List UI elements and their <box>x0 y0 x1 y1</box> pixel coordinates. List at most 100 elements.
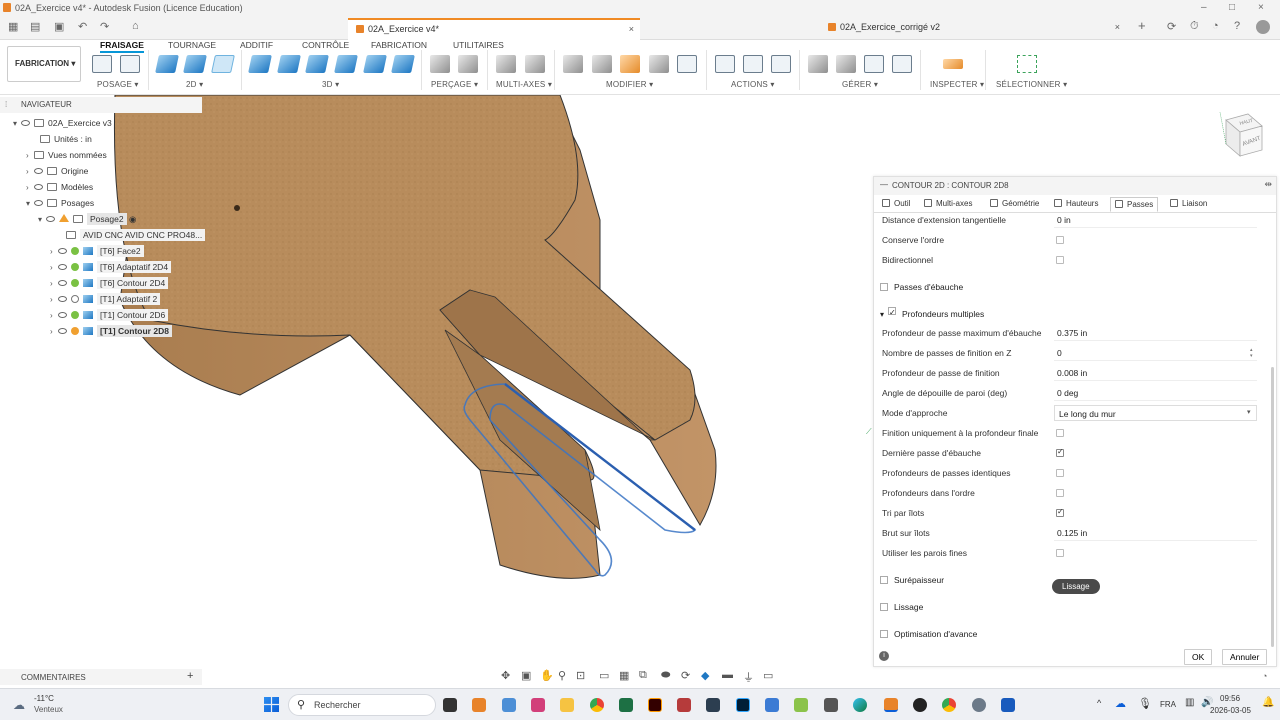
fusion-taskbar-icon[interactable] <box>472 698 486 712</box>
close-window-button[interactable]: × <box>1258 2 1264 13</box>
chevron-right-icon[interactable]: › <box>26 181 34 195</box>
add-comment-icon[interactable]: + <box>187 670 193 682</box>
grid-icon[interactable]: ▦ <box>619 669 629 682</box>
order-by-depth-checkbox[interactable] <box>1056 489 1064 497</box>
weather-icon[interactable]: ☁ <box>13 698 25 712</box>
toolpath-display-icon[interactable]: ◆ <box>701 669 709 682</box>
bidirectional-checkbox[interactable] <box>1056 256 1064 264</box>
viewports-icon[interactable]: ⧉ <box>639 669 647 682</box>
tools-icon[interactable] <box>649 55 669 73</box>
tab-passes[interactable]: Passes <box>1110 197 1159 212</box>
tab-tournage[interactable]: TOURNAGE <box>168 40 216 50</box>
stock-to-leave-section[interactable]: Surépaisseur <box>880 573 944 587</box>
tree-setups[interactable]: ▾ Posages <box>26 196 94 210</box>
online-status-icon[interactable]: ⟳ <box>1167 20 1176 33</box>
excel-icon[interactable] <box>619 698 633 712</box>
start-icon[interactable] <box>264 697 279 712</box>
pan-icon[interactable]: ✋ <box>540 669 554 682</box>
select-icon[interactable] <box>1017 55 1037 73</box>
tab-utilitaires[interactable]: UTILITAIRES <box>453 40 504 50</box>
stock-to-leave-checkbox[interactable] <box>880 576 888 584</box>
refresh-icon[interactable]: ⟳ <box>681 669 690 682</box>
group-2d[interactable]: 2D ▾ <box>186 80 203 89</box>
simulate-icon[interactable] <box>715 55 735 73</box>
multiaxis-contour-icon[interactable] <box>525 55 545 73</box>
tab-controle[interactable]: CONTRÔLE <box>302 40 349 50</box>
eye-icon[interactable] <box>58 264 67 270</box>
chevron-right-icon[interactable]: › <box>50 261 58 275</box>
notification-icon[interactable]: 🔔 <box>1262 697 1274 708</box>
language-indicator[interactable]: FRA <box>1160 700 1176 709</box>
feed-optimization-checkbox[interactable] <box>880 630 888 638</box>
roughing-passes-checkbox[interactable] <box>880 283 888 291</box>
timeline-icon[interactable]: ◔ <box>1262 671 1267 681</box>
swarf-icon[interactable] <box>496 55 516 73</box>
tree-operation[interactable]: › [T1] Contour 2D8 <box>50 324 172 338</box>
word-icon[interactable] <box>1001 698 1015 712</box>
wood-part-model[interactable] <box>113 95 717 579</box>
tab-liaison[interactable]: Liaison <box>1166 197 1211 210</box>
redo-icon[interactable]: ↷ <box>100 20 109 33</box>
tree-root[interactable]: ▾ 02A_Exercice v3 <box>13 116 112 130</box>
cancel-button[interactable]: Annuler <box>1222 649 1268 665</box>
tab-fabrication[interactable]: FABRICATION <box>371 40 427 50</box>
tangential-extension-input[interactable]: 0 in <box>1054 212 1257 228</box>
tab-geometrie[interactable]: Géométrie <box>986 197 1043 210</box>
illustrator-icon[interactable] <box>648 698 662 712</box>
explorer-icon[interactable] <box>560 698 574 712</box>
finish-final-depth-checkbox[interactable] <box>1056 429 1064 437</box>
2d-adaptive-icon[interactable] <box>155 55 179 73</box>
smoothing-checkbox[interactable] <box>880 603 888 611</box>
eye-icon[interactable] <box>21 120 30 126</box>
generate-gcode-icon[interactable] <box>120 55 140 73</box>
chevron-right-icon[interactable]: › <box>50 325 58 339</box>
close-tab-icon[interactable]: × <box>1115 22 1120 32</box>
collapse-icon[interactable]: — <box>880 180 888 189</box>
finishing-stepdowns-input[interactable]: 0 <box>1054 345 1257 361</box>
tree-operation[interactable]: › [T1] Adaptatif 2 <box>50 292 161 307</box>
dialog-title-bar[interactable]: — CONTOUR 2D : CONTOUR 2D8 ⇹ <box>874 177 1276 195</box>
clock-time[interactable]: 09:56 <box>1220 694 1240 703</box>
filter-icon[interactable]: ⏚ <box>743 669 754 685</box>
chevron-right-icon[interactable]: › <box>50 293 58 307</box>
onedrive-icon[interactable]: ☁ <box>1115 697 1126 710</box>
post-library-icon[interactable] <box>864 55 884 73</box>
app-icon[interactable] <box>765 698 779 712</box>
viewcube[interactable]: HAUT AVANT <box>1218 110 1264 162</box>
home-icon[interactable]: ⌂ <box>132 20 139 32</box>
wall-taper-angle-input[interactable]: 0 deg <box>1054 385 1257 401</box>
fit-icon[interactable]: ⊡ <box>576 669 585 682</box>
dialog-scrollbar[interactable] <box>1271 367 1274 647</box>
tree-machine[interactable]: AVID CNC AVID CNC PRO48... <box>66 228 206 242</box>
tree-operation[interactable]: › [T1] Contour 2D6 <box>50 308 169 322</box>
delete-toolpath-icon[interactable] <box>592 55 612 73</box>
equal-stepdowns-checkbox[interactable] <box>1056 469 1064 477</box>
drill-icon[interactable] <box>430 55 450 73</box>
app-icon[interactable] <box>794 698 808 712</box>
group-actions[interactable]: ACTIONS ▾ <box>731 80 775 89</box>
measure-icon[interactable] <box>943 59 963 69</box>
expand-icon[interactable]: ⇹ <box>1264 179 1272 190</box>
group-inspecter[interactable]: INSPECTER ▾ <box>930 80 984 89</box>
tab-exercice-corrige[interactable]: 02A_Exercice_corrigé v2 × <box>820 18 1120 40</box>
tree-setup2[interactable]: ▾ Posage2 ◉ <box>38 212 136 226</box>
order-by-islands-checkbox[interactable] <box>1056 507 1064 517</box>
eye-icon[interactable] <box>34 200 43 206</box>
file-menu-icon[interactable]: ▤ <box>30 20 40 33</box>
tab-hauteurs[interactable]: Hauteurs <box>1050 197 1102 210</box>
eye-icon[interactable] <box>34 184 43 190</box>
3d-contour-icon[interactable] <box>391 55 415 73</box>
tray-chevron-icon[interactable]: ^ <box>1097 698 1101 708</box>
chevron-down-icon[interactable]: ▾ <box>38 213 46 227</box>
tab-exercice-v4[interactable]: 02A_Exercice v4* × <box>348 18 640 40</box>
last-roughing-pass-checkbox[interactable] <box>1056 447 1064 457</box>
approach-mode-select[interactable]: Le long du mur <box>1054 405 1257 421</box>
roughing-passes-section[interactable]: Passes d'ébauche <box>880 280 963 294</box>
3d-scallop-icon[interactable] <box>363 55 387 73</box>
spinner-icon[interactable]: ▴ ▾ <box>1250 347 1253 359</box>
zoom-icon[interactable]: ⚲ <box>558 669 566 682</box>
app-icon[interactable] <box>706 698 720 712</box>
tree-origin[interactable]: › Origine <box>26 164 88 178</box>
eye-icon[interactable] <box>58 312 67 318</box>
notifications-icon[interactable]: ⏱ <box>1190 20 1199 33</box>
